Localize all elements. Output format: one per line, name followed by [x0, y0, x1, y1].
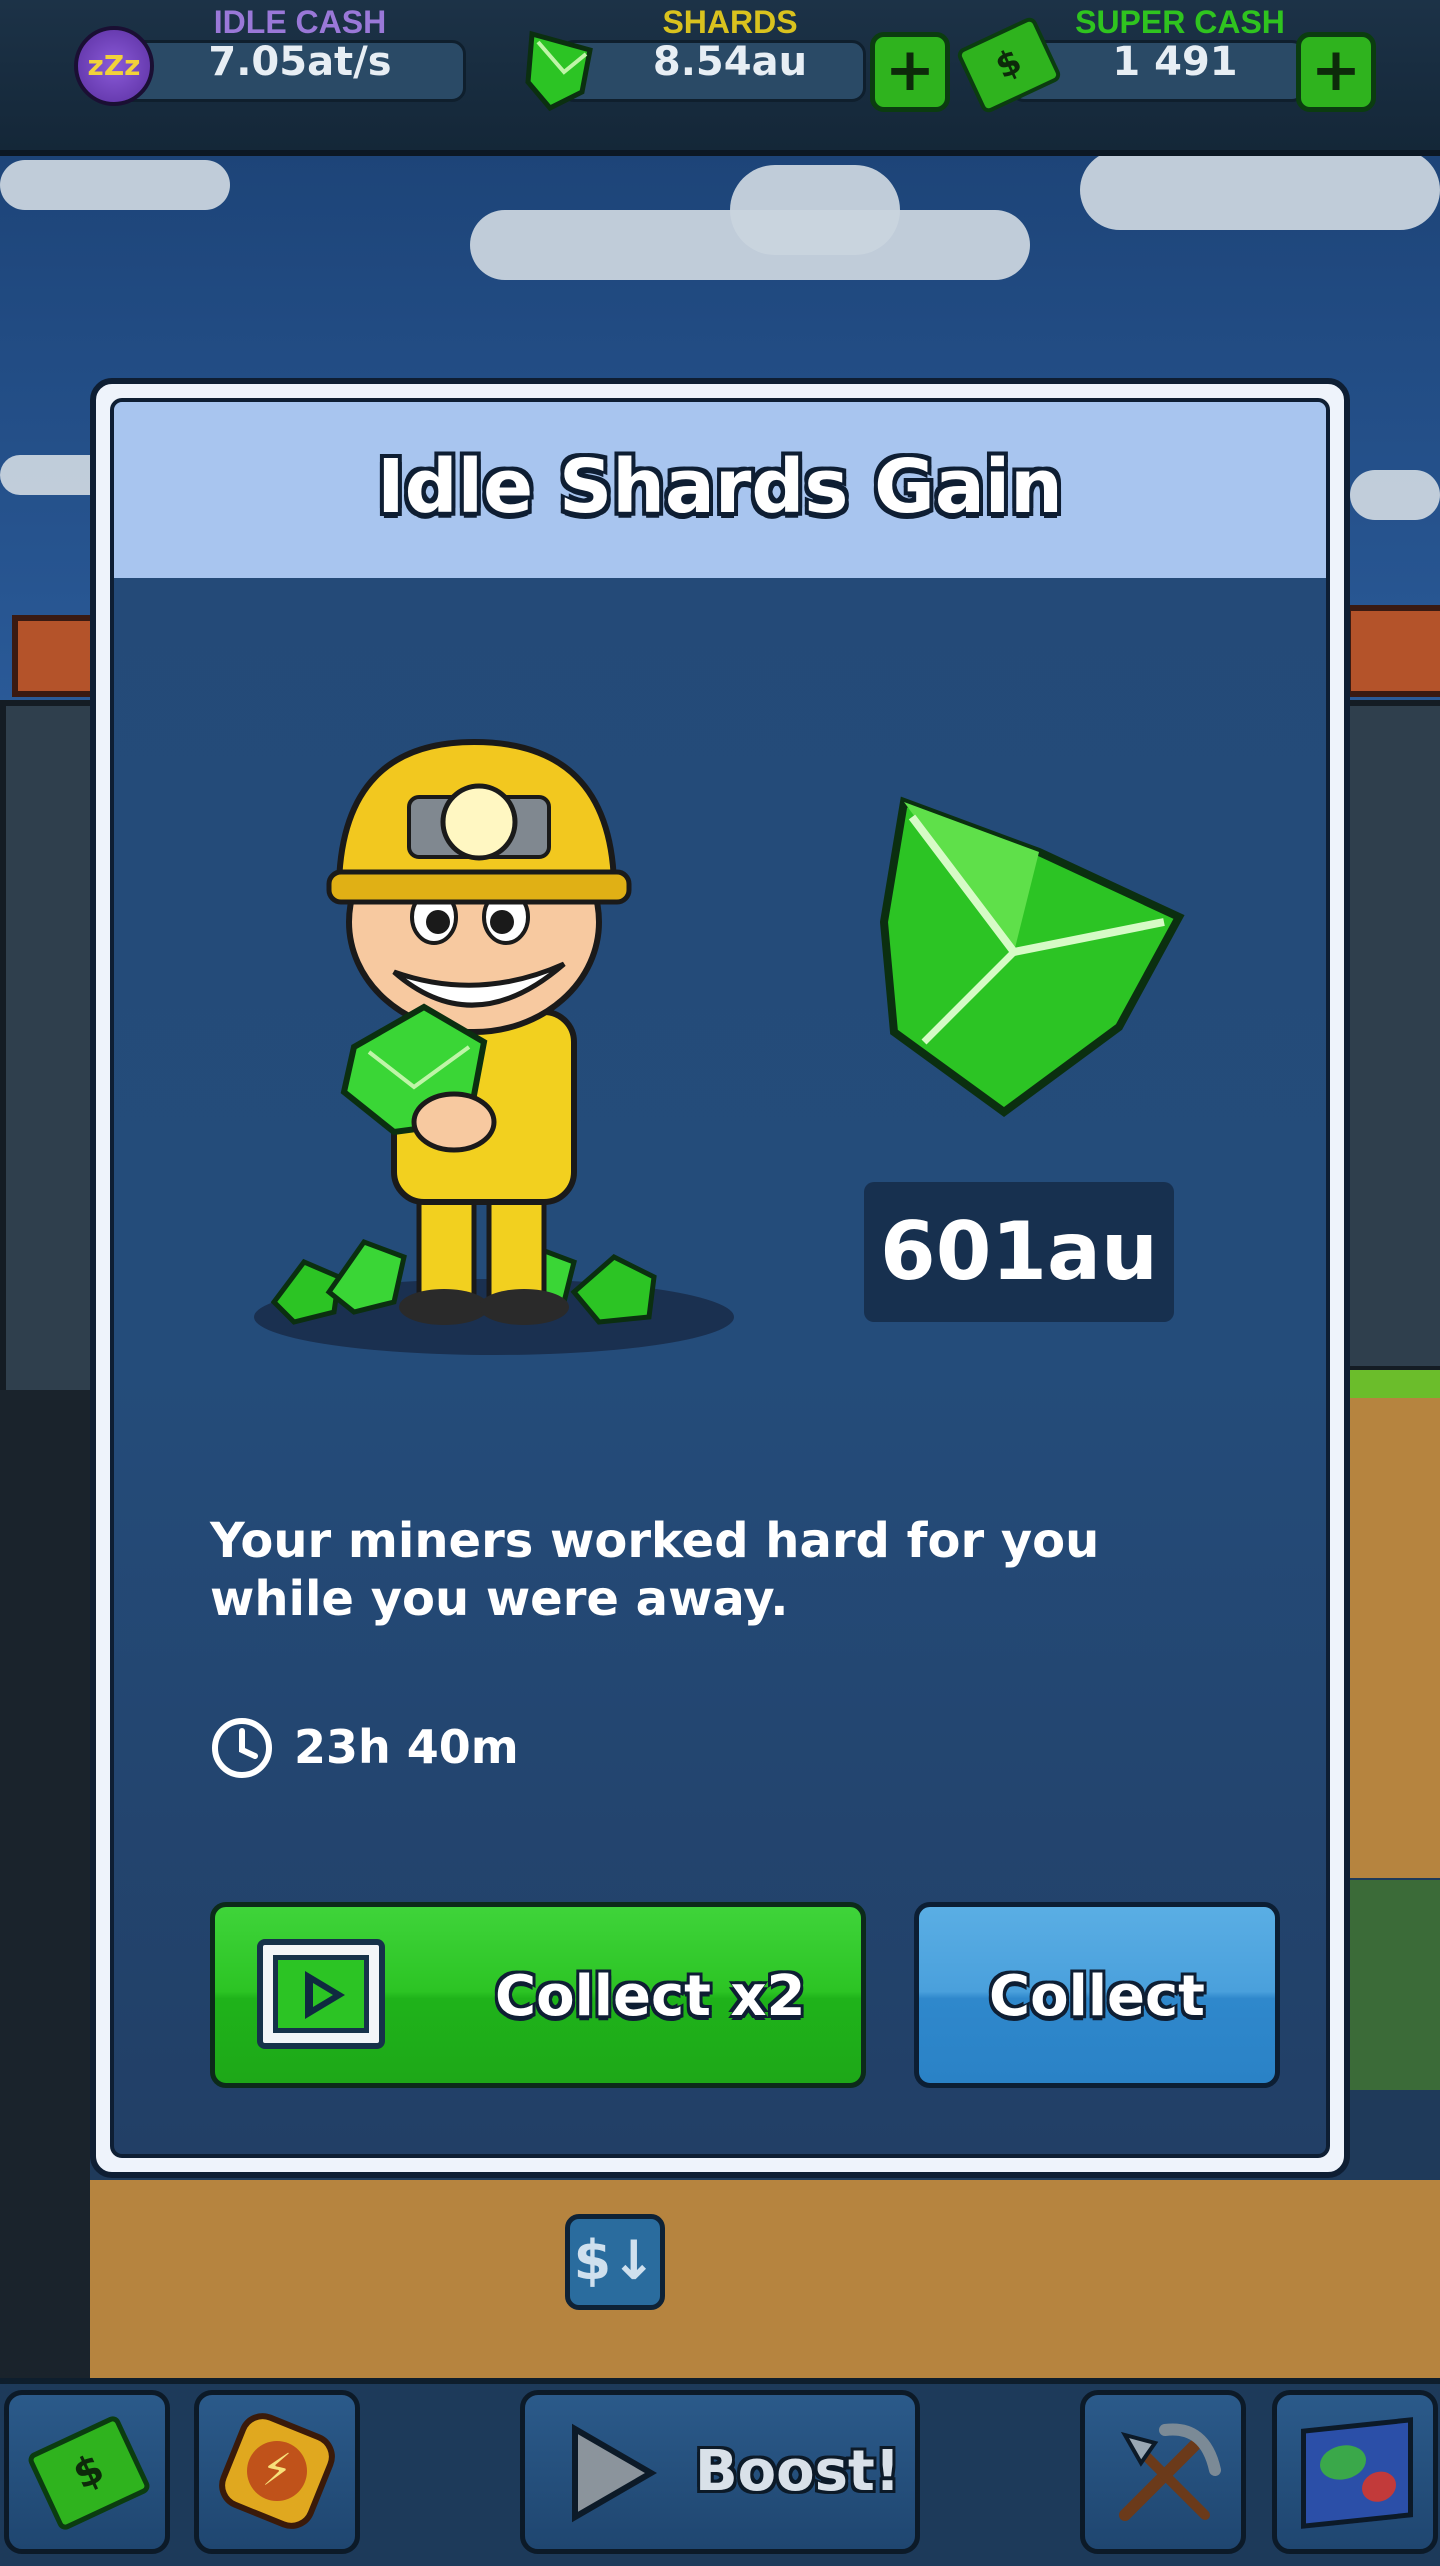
warehouse-wall [1340, 700, 1440, 1372]
boost-label: Boost! [695, 2439, 901, 2504]
idle-cash-value: 7.05at/s [208, 39, 392, 85]
resource-top-bar: zZz IDLE CASH 7.05at/s SHARDS 8.54au + $… [0, 0, 1440, 156]
dialog-body: Idle Shards Gain 601au Your miners worke… [110, 398, 1330, 2158]
world-map-button[interactable] [1272, 2390, 1438, 2554]
clock-icon [212, 1718, 272, 1778]
super-cash-title: SUPER CASH [1075, 4, 1285, 40]
collect-button[interactable]: Collect [914, 1902, 1280, 2088]
sleep-zzz-icon: zZz [74, 26, 154, 106]
sell-cash-icon[interactable]: $↓ [565, 2214, 665, 2310]
building-roof [1345, 605, 1440, 697]
map-icon [1301, 2417, 1413, 2529]
shards-title: SHARDS [662, 4, 798, 40]
pickaxe-shovel-icon [1119, 2423, 1221, 2521]
play-arrow-icon [572, 2423, 657, 2523]
lightning-badge-icon: ⚡ [211, 2405, 343, 2537]
cloud [730, 165, 900, 255]
cash-stack-icon: $ [25, 2413, 153, 2533]
mine-level-bg [1340, 1880, 1440, 2090]
collect-label: Collect [989, 1964, 1205, 2029]
buy-super-cash-plus-button[interactable]: + [1296, 32, 1376, 112]
green-shard-icon [525, 30, 593, 112]
mine-upgrades-button[interactable] [1080, 2390, 1246, 2554]
dirt-layer-bottom [90, 2180, 1440, 2380]
shop-button[interactable]: $ [4, 2390, 170, 2554]
watch-video-icon [257, 1939, 385, 2049]
away-duration: 23h 40m [294, 1720, 519, 1774]
grass-strip [1340, 1370, 1440, 1398]
shards-amount-box: 601au [864, 1182, 1174, 1322]
away-message: Your miners worked hard for you while yo… [210, 1513, 1100, 1627]
shards-amount: 601au [880, 1205, 1158, 1298]
collect-x2-label: Collect x2 [495, 1964, 806, 2029]
large-green-shard-icon [879, 796, 1185, 1117]
cloud [0, 160, 230, 210]
super-cash-value: 1 491 [1112, 39, 1238, 85]
boost-button[interactable]: Boost! [520, 2390, 920, 2554]
shards-value: 8.54au [652, 39, 808, 85]
boost-badge-button[interactable]: ⚡ [194, 2390, 360, 2554]
mine-shaft [0, 1390, 90, 2380]
dirt-layer [1340, 1398, 1440, 1878]
buy-shards-plus-button[interactable]: + [870, 32, 950, 112]
dialog-title: Idle Shards Gain [377, 444, 1063, 530]
idle-cash-title: IDLE CASH [213, 4, 387, 40]
idle-shards-gain-dialog: Idle Shards Gain 601au Your miners worke… [90, 378, 1350, 2178]
cloud [1080, 150, 1440, 230]
collect-x2-button[interactable]: Collect x2 [210, 1902, 866, 2088]
miner-character-illustration [254, 738, 734, 1355]
cloud [1350, 470, 1440, 520]
